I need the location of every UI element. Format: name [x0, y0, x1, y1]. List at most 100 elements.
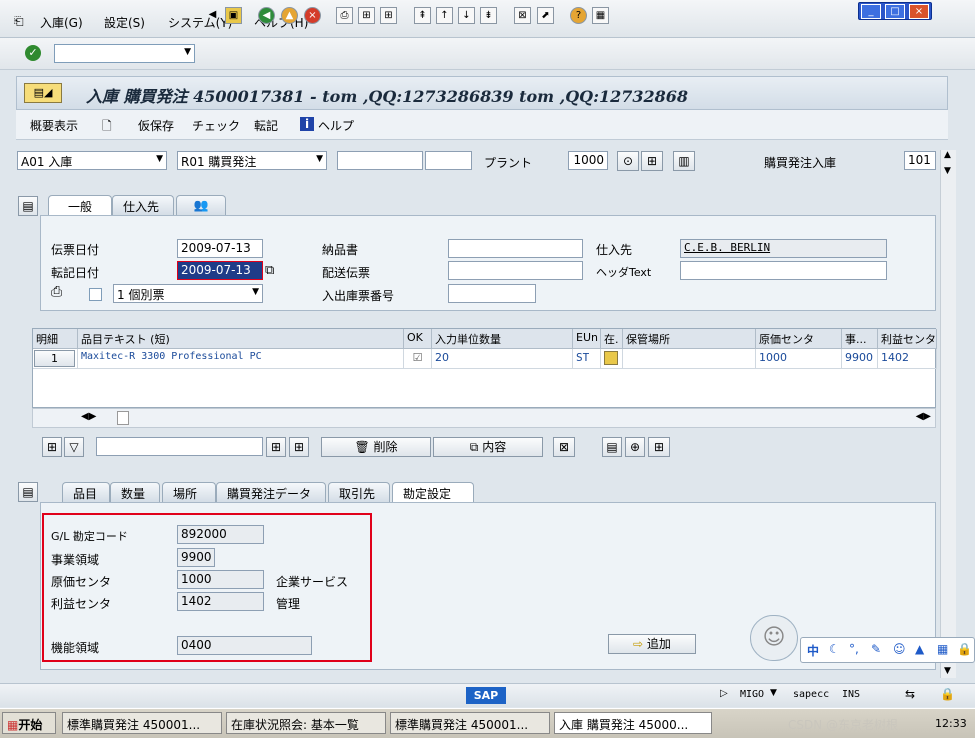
taskbar-item-migo[interactable]: 入庫 購買発注 45000... [554, 712, 712, 734]
row-select-button[interactable]: 1 [34, 350, 75, 367]
settings-icon[interactable]: ▥ [673, 151, 695, 171]
enter-check-icon[interactable]: ✓ [25, 45, 41, 61]
scroll-left-icon[interactable]: ◀▶ [81, 411, 96, 422]
table-hscroll[interactable]: ◀▶ ◀▶ [32, 408, 936, 428]
document-date-input[interactable]: 2009-07-13 [177, 239, 263, 258]
col-header-quantity[interactable]: 入力単位数量 [432, 329, 573, 349]
plant-input[interactable]: 1000 [568, 151, 608, 170]
layout-menu-icon[interactable]: ▦ [592, 7, 609, 24]
delete-button[interactable]: 🗑 削除 [321, 437, 431, 457]
col-header-item[interactable]: 明細 [33, 329, 78, 349]
find-icon[interactable]: ⊞ [358, 7, 375, 24]
help-button[interactable]: ヘルプ [318, 117, 354, 134]
add-button[interactable]: ⇨ 追加 [608, 634, 696, 654]
bill-of-lading-input[interactable] [448, 261, 583, 280]
ime-punct-icon[interactable]: °, [849, 642, 859, 656]
ime-emoji-icon[interactable]: ☺ [893, 642, 906, 656]
ime-chinese-mode[interactable]: 中 [807, 642, 819, 659]
create-session-icon[interactable]: ⊠ [514, 7, 531, 24]
status-tcode[interactable]: MIGO [740, 689, 764, 700]
scroll-down-icon[interactable]: ▼ [944, 666, 951, 676]
back-arrow-icon[interactable]: ◀ [204, 7, 221, 24]
collapse-detail-icon[interactable]: ▤ [18, 482, 38, 502]
check-button[interactable]: チェック [192, 117, 240, 134]
col-header-profit-center[interactable]: 利益センタ [878, 329, 937, 349]
movement-type-input[interactable]: 101 [904, 151, 936, 170]
scroll-thumb[interactable] [117, 411, 129, 425]
find-next-icon[interactable]: ⊞ [380, 7, 397, 24]
menu-icon[interactable]: ⎗ [14, 14, 24, 29]
cell-quantity[interactable]: 20 [432, 349, 573, 369]
tab-partners-icon[interactable]: 👥 [176, 195, 226, 215]
minimize-button[interactable]: _ [861, 4, 881, 19]
exit-icon[interactable]: ▲ [281, 7, 298, 24]
command-field[interactable] [54, 44, 195, 63]
post-button[interactable]: 転記 [254, 117, 278, 134]
ime-skin-icon[interactable]: ▲ [915, 642, 924, 656]
table-row[interactable]: 1 [33, 349, 78, 369]
cell-unit[interactable]: ST [573, 349, 601, 369]
cell-material-text[interactable]: Maxitec-R 3300 Professional PC [78, 349, 404, 369]
ime-tool-icon[interactable]: ✎ [871, 642, 881, 656]
print-checkbox[interactable] [89, 288, 102, 301]
previous-page-icon[interactable]: ↑ [436, 7, 453, 24]
scroll-down-top-icon[interactable]: ▼ [944, 166, 951, 176]
taskbar-item-po1[interactable]: 標準購買発注 450001... [62, 712, 222, 734]
tab-po-data[interactable]: 購買発注データ [216, 482, 326, 502]
taskbar-item-stock[interactable]: 在庫状況照会: 基本一覧 [226, 712, 386, 734]
slip-type-select[interactable]: 1 個別票 [113, 284, 263, 303]
overview-button[interactable]: 概要表示 [30, 117, 78, 134]
tab-general[interactable]: 一般 [48, 195, 112, 215]
col-header-material-text[interactable]: 品目テキスト (短) [78, 329, 404, 349]
col-header-cost-center[interactable]: 原価センタ [756, 329, 842, 349]
cell-storage-location[interactable] [623, 349, 756, 369]
contents-button[interactable]: ⧉ 内容 [433, 437, 543, 457]
tab-where[interactable]: 場所 [162, 482, 216, 502]
cell-cost-center[interactable]: 1000 [756, 349, 842, 369]
tab-partner[interactable]: 取引先 [328, 482, 390, 502]
menu-item-goods-receipt[interactable]: 入庫(G) [40, 14, 83, 31]
cell-profit-center[interactable]: 1402 [878, 349, 937, 369]
delivery-note-input[interactable] [448, 239, 583, 258]
reference-select[interactable]: R01 購買発注 [177, 151, 327, 170]
save-icon[interactable]: ▣ [225, 7, 242, 24]
tab-quantity[interactable]: 数量 [110, 482, 160, 502]
status-play-icon[interactable]: ▷ [720, 688, 728, 699]
scroll-up-icon[interactable]: ▲ [944, 150, 951, 160]
reference-doc-input[interactable] [337, 151, 423, 170]
status-dropdown-icon[interactable]: ▼ [770, 688, 777, 698]
scroll-right-icon[interactable]: ◀▶ [916, 411, 931, 422]
hold-button[interactable]: 仮保存 [138, 117, 174, 134]
maximize-button[interactable]: □ [885, 4, 905, 19]
collapse-header-icon[interactable]: ▤ [18, 196, 38, 216]
ime-lock-icon[interactable]: 🔒 [957, 642, 972, 656]
tab-vendor[interactable]: 仕入先 [112, 195, 174, 215]
action-select[interactable]: A01 入庫 [17, 151, 167, 170]
filter-icon[interactable]: ▽ [64, 437, 84, 457]
reference-item-input[interactable] [425, 151, 472, 170]
col-header-stock-type[interactable]: 在. [601, 329, 623, 349]
shortcut-icon[interactable]: ⬈ [537, 7, 554, 24]
col-header-storage-location[interactable]: 保管場所 [623, 329, 756, 349]
close-button[interactable]: × [909, 4, 929, 19]
info-icon[interactable]: i [300, 117, 314, 131]
help-icon[interactable]: ? [570, 7, 587, 24]
date-picker-icon[interactable]: ⧉ [265, 263, 274, 278]
ime-mascot-icon[interactable]: ☺ [750, 615, 798, 661]
col-header-business-area[interactable]: 事... [842, 329, 878, 349]
col-header-unit[interactable]: EUn [573, 329, 601, 349]
next-page-icon[interactable]: ↓ [458, 7, 475, 24]
stock-type-icon[interactable] [601, 349, 623, 369]
main-scrollbar[interactable]: ▲ ▼ ▼ [940, 150, 956, 678]
tab-account-assignment[interactable]: 勘定設定 [392, 482, 474, 502]
expand-icon[interactable]: ⊠ [553, 437, 575, 457]
last-page-icon[interactable]: ⇟ [480, 7, 497, 24]
ime-grid-icon[interactable]: ▦ [937, 642, 948, 656]
menu-item-system[interactable]: システム(Y) [168, 14, 232, 31]
first-page-icon[interactable]: ⇞ [414, 7, 431, 24]
col-header-ok[interactable]: OK [404, 329, 432, 349]
header-text-input[interactable] [680, 261, 887, 280]
gr-slip-number-input[interactable] [448, 284, 536, 303]
table-find-icon[interactable]: ⊞ [266, 437, 286, 457]
new-document-icon[interactable]: 🗋 [102, 117, 112, 138]
